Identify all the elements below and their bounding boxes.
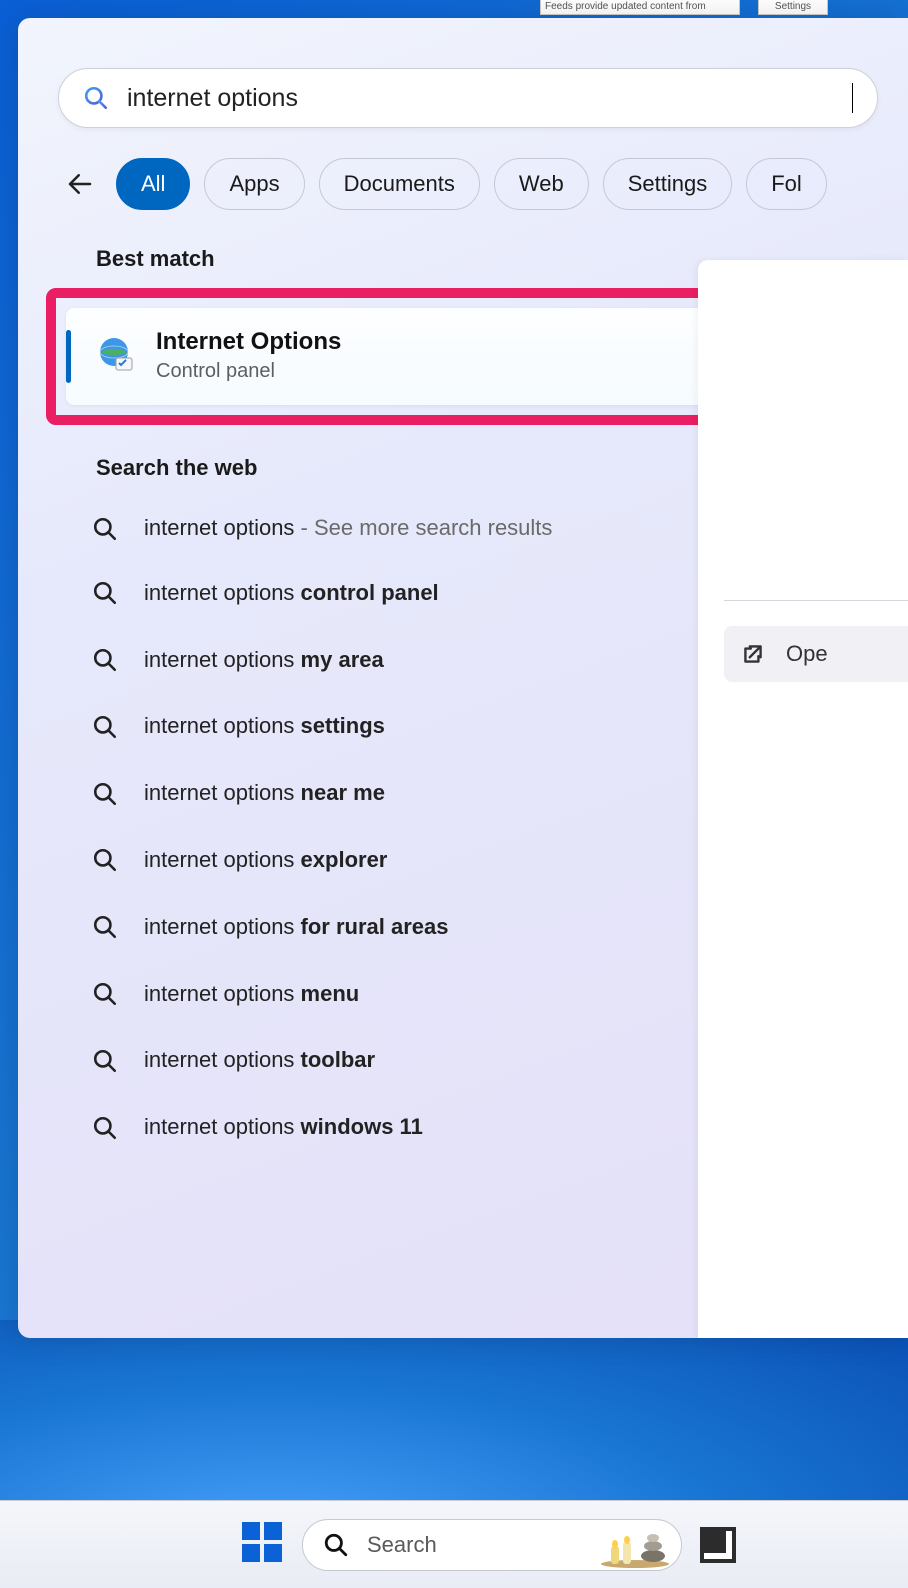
search-box[interactable]	[58, 68, 878, 128]
best-match-subtitle: Control panel	[156, 360, 341, 383]
search-icon	[92, 516, 118, 542]
search-icon	[83, 85, 109, 111]
search-icon	[92, 647, 118, 673]
windows-logo-icon	[240, 1520, 284, 1564]
search-icon	[92, 914, 118, 940]
search-icon	[92, 714, 118, 740]
search-icon	[92, 781, 118, 807]
search-icon	[92, 981, 118, 1007]
search-icon	[92, 1048, 118, 1074]
task-view-icon	[700, 1527, 736, 1563]
taskbar-search-placeholder: Search	[367, 1532, 437, 1558]
taskbar-search[interactable]: Search	[302, 1519, 682, 1571]
start-button[interactable]	[240, 1520, 284, 1569]
taskbar: Search	[0, 1500, 908, 1588]
filter-apps[interactable]: Apps	[204, 158, 304, 210]
preview-open-label: Ope	[786, 641, 828, 667]
search-icon	[92, 1115, 118, 1141]
text-cursor	[852, 83, 853, 113]
filter-all[interactable]: All	[116, 158, 190, 210]
filter-web[interactable]: Web	[494, 158, 589, 210]
preview-separator	[724, 600, 908, 601]
best-match-title: Internet Options	[156, 328, 341, 356]
back-button[interactable]	[58, 162, 102, 206]
search-icon	[323, 1532, 349, 1558]
preview-pane: Ope	[698, 260, 908, 1338]
search-input[interactable]	[127, 84, 852, 113]
preview-open-action[interactable]: Ope	[724, 626, 908, 682]
filter-folders[interactable]: Fol	[746, 158, 827, 210]
desktop-background: Feeds provide updated content from Setti…	[0, 0, 908, 20]
search-icon	[92, 847, 118, 873]
internet-options-icon	[96, 336, 136, 376]
arrow-left-icon	[65, 169, 95, 199]
filter-settings[interactable]: Settings	[603, 158, 733, 210]
filter-tabs: All Apps Documents Web Settings Fol	[18, 128, 908, 234]
search-highlight-art-icon	[597, 1520, 673, 1568]
task-view-button[interactable]	[700, 1527, 736, 1563]
start-search-panel: All Apps Documents Web Settings Fol Best…	[18, 18, 908, 1338]
desktop-wallpaper	[0, 1320, 908, 1510]
filter-documents[interactable]: Documents	[319, 158, 480, 210]
search-icon	[92, 580, 118, 606]
open-external-icon	[740, 641, 766, 667]
selection-indicator	[66, 330, 71, 383]
